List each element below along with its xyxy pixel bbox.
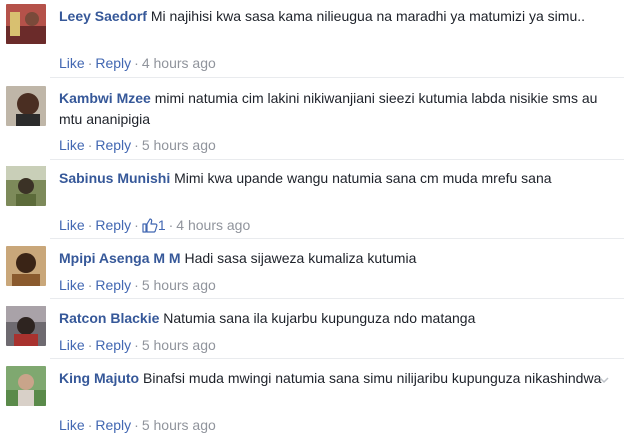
like-link[interactable]: Like bbox=[59, 417, 85, 433]
comment-author[interactable]: King Majuto bbox=[59, 370, 139, 386]
separator-dot: · bbox=[134, 337, 139, 353]
like-link[interactable]: Like bbox=[59, 337, 85, 353]
comment-timestamp[interactable]: 5 hours ago bbox=[142, 417, 216, 433]
comment-author[interactable]: Kambwi Mzee bbox=[59, 90, 151, 106]
comment-timestamp[interactable]: 5 hours ago bbox=[142, 137, 216, 153]
comment-body: Leey Saedorf Mi najihisi kwa sasa kama n… bbox=[59, 6, 607, 27]
comment-body: King Majuto Binafsi muda mwingi natumia … bbox=[59, 368, 607, 389]
like-link[interactable]: Like bbox=[59, 277, 85, 293]
separator-dot: · bbox=[87, 337, 93, 353]
comment-body: Sabinus Munishi Mimi kwa upande wangu na… bbox=[59, 168, 607, 189]
chevron-down-icon[interactable] bbox=[598, 374, 610, 386]
separator-dot: · bbox=[134, 217, 139, 233]
reply-link[interactable]: Reply bbox=[95, 137, 131, 153]
separator-dot: · bbox=[134, 55, 139, 71]
comment-author[interactable]: Mpipi Asenga M M bbox=[59, 250, 181, 266]
comment-divider bbox=[50, 358, 624, 359]
reply-link[interactable]: Reply bbox=[95, 337, 131, 353]
separator-dot: · bbox=[87, 417, 93, 433]
comment-actions: Like · Reply · 4 hours ago bbox=[59, 54, 216, 72]
comment-timestamp[interactable]: 4 hours ago bbox=[176, 217, 250, 233]
comment-actions: Like · Reply · 1 · 4 hours ago bbox=[59, 216, 250, 234]
comment-divider bbox=[50, 298, 624, 299]
comment-timestamp[interactable]: 4 hours ago bbox=[142, 55, 216, 71]
avatar[interactable] bbox=[6, 166, 46, 206]
comment-author[interactable]: Sabinus Munishi bbox=[59, 170, 170, 186]
avatar[interactable] bbox=[6, 86, 46, 126]
avatar[interactable] bbox=[6, 4, 46, 44]
comment-text: Binafsi muda mwingi natumia sana simu ni… bbox=[143, 370, 602, 386]
like-count[interactable]: 1 bbox=[142, 217, 166, 233]
separator-dot: · bbox=[134, 137, 139, 153]
comment-divider bbox=[50, 238, 624, 239]
separator-dot: · bbox=[87, 217, 93, 233]
avatar[interactable] bbox=[6, 366, 46, 406]
like-count-value: 1 bbox=[157, 217, 166, 233]
comment-text: Hadi sasa sijaweza kumaliza kutumia bbox=[184, 250, 417, 266]
comment-timestamp[interactable]: 5 hours ago bbox=[142, 337, 216, 353]
separator-dot: · bbox=[134, 277, 139, 293]
separator-dot: · bbox=[168, 217, 174, 233]
reply-link[interactable]: Reply bbox=[95, 277, 131, 293]
comment-text: Mimi kwa upande wangu natumia sana cm mu… bbox=[174, 170, 552, 186]
comment-author[interactable]: Leey Saedorf bbox=[59, 8, 147, 24]
avatar[interactable] bbox=[6, 246, 46, 286]
comment-body: Kambwi Mzee mimi natumia cim lakini niki… bbox=[59, 88, 607, 130]
comment-actions: Like · Reply · 5 hours ago bbox=[59, 416, 216, 434]
like-link[interactable]: Like bbox=[59, 55, 85, 71]
avatar[interactable] bbox=[6, 306, 46, 346]
comment-divider bbox=[50, 77, 624, 78]
comment-actions: Like · Reply · 5 hours ago bbox=[59, 276, 216, 294]
reply-link[interactable]: Reply bbox=[95, 55, 131, 71]
comment-body: Ratcon Blackie Natumia sana ila kujarbu … bbox=[59, 308, 607, 329]
comment-divider bbox=[50, 159, 624, 160]
comment-text: Mi najihisi kwa sasa kama nilieugua na m… bbox=[150, 8, 586, 24]
like-link[interactable]: Like bbox=[59, 137, 85, 153]
comment-text: Natumia sana ila kujarbu kupunguza ndo m… bbox=[163, 310, 476, 326]
reply-link[interactable]: Reply bbox=[95, 217, 131, 233]
comment-actions: Like · Reply · 5 hours ago bbox=[59, 336, 216, 354]
separator-dot: · bbox=[134, 417, 139, 433]
separator-dot: · bbox=[87, 137, 93, 153]
comment-feed: Leey Saedorf Mi najihisi kwa sasa kama n… bbox=[0, 0, 624, 436]
thumbs-up-icon bbox=[142, 218, 158, 233]
separator-dot: · bbox=[87, 277, 93, 293]
separator-dot: · bbox=[87, 55, 93, 71]
reply-link[interactable]: Reply bbox=[95, 417, 131, 433]
like-link[interactable]: Like bbox=[59, 217, 85, 233]
comment-timestamp[interactable]: 5 hours ago bbox=[142, 277, 216, 293]
comment-author[interactable]: Ratcon Blackie bbox=[59, 310, 159, 326]
comment-actions: Like · Reply · 5 hours ago bbox=[59, 136, 216, 154]
comment-body: Mpipi Asenga M M Hadi sasa sijaweza kuma… bbox=[59, 248, 607, 269]
